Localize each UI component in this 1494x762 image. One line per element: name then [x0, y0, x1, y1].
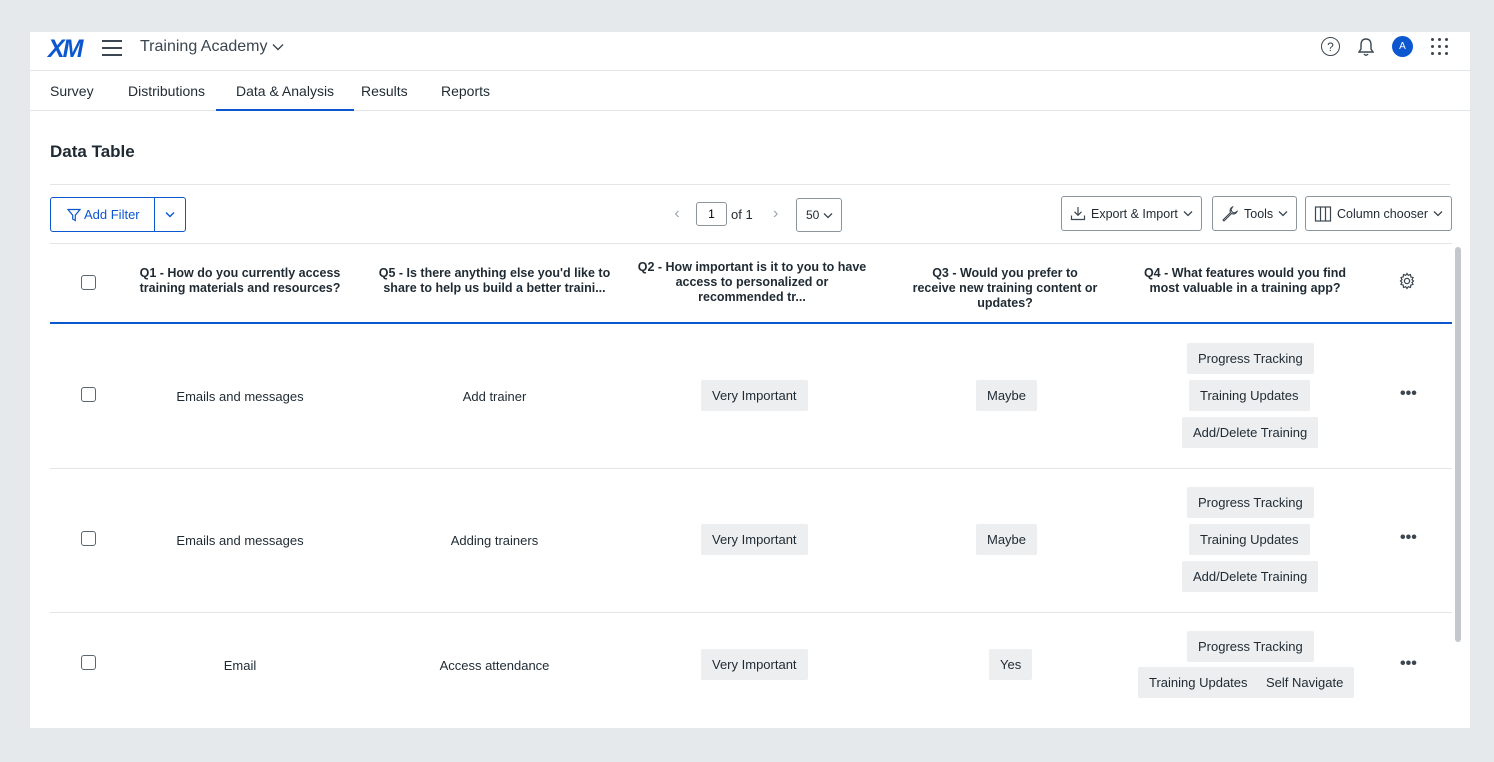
cell-q1: Emails and messages [176, 533, 304, 548]
apps-grid-icon[interactable] [1431, 38, 1448, 55]
chevron-down-icon [823, 212, 833, 218]
export-import-button[interactable]: Export & Import [1061, 196, 1202, 231]
cell-q4-tag: Add/Delete Training [1182, 417, 1319, 448]
cell-q3-tag: Maybe [976, 524, 1038, 555]
tab-data-analysis[interactable]: Data & Analysis [215, 83, 355, 111]
add-filter-button[interactable]: Add Filter [51, 198, 155, 231]
chevron-down-icon [1183, 211, 1193, 217]
project-switcher[interactable]: Training Academy [140, 38, 284, 56]
table-row: Emails and messages Adding trainers Very… [50, 469, 1452, 613]
cell-q5: Access attendance [439, 658, 550, 673]
tab-reports[interactable]: Reports [441, 83, 490, 99]
cell-q2-tag: Very Important [701, 380, 808, 411]
avatar[interactable]: A [1392, 36, 1413, 57]
download-icon [1070, 207, 1086, 221]
more-icon[interactable]: ••• [1400, 385, 1417, 403]
filter-dropdown-button[interactable] [155, 198, 185, 231]
cell-q4-tag: Add/Delete Training [1182, 561, 1319, 592]
cell-q2-tag: Very Important [701, 524, 808, 555]
tab-distributions[interactable]: Distributions [128, 83, 205, 99]
filter-group: Add Filter [50, 197, 186, 232]
column-header-q4[interactable]: Q4 - What features would you find most v… [1135, 266, 1355, 296]
tools-label: Tools [1244, 206, 1274, 221]
cell-q4-tag: Progress Tracking [1187, 343, 1314, 374]
column-chooser-button[interactable]: Column chooser [1305, 196, 1453, 231]
cell-q4-tag: Training Updates [1189, 524, 1310, 555]
pagination: ‹ of 1 › [666, 202, 787, 226]
cell-q4-tag: Self Navigate [1255, 667, 1355, 698]
column-chooser-label: Column chooser [1337, 206, 1429, 221]
column-header-q2[interactable]: Q2 - How important is it to you to have … [632, 260, 872, 305]
cell-q4-tag: Training Updates [1189, 380, 1310, 411]
cell-q3-tag: Maybe [976, 380, 1038, 411]
row-checkbox[interactable] [81, 655, 96, 670]
table-row: Email Access attendance Very Important Y… [50, 613, 1452, 728]
tab-survey[interactable]: Survey [50, 83, 94, 99]
app-window: XM Training Academy ? A Survey Distribut… [30, 32, 1470, 728]
chevron-down-icon [1433, 211, 1443, 217]
chevron-down-icon [1278, 211, 1288, 217]
columns-icon [1314, 205, 1332, 222]
cell-q4-tag: Progress Tracking [1187, 631, 1314, 662]
table-row: Emails and messages Add trainer Very Imp… [50, 325, 1452, 469]
column-header-q5[interactable]: Q5 - Is there anything else you'd like t… [372, 266, 617, 296]
tab-results[interactable]: Results [361, 83, 408, 99]
more-icon[interactable]: ••• [1400, 655, 1417, 673]
gear-icon[interactable] [1398, 272, 1416, 290]
prev-page-icon[interactable]: ‹ [666, 205, 688, 223]
table-header: Q1 - How do you currently access trainin… [50, 243, 1452, 324]
page-number-input[interactable] [696, 202, 727, 226]
per-page-select[interactable]: 50 [796, 198, 843, 232]
cell-q3-tag: Yes [989, 649, 1033, 680]
cell-q2-tag: Very Important [701, 649, 808, 680]
chevron-down-icon [165, 212, 175, 218]
next-page-icon[interactable]: › [765, 205, 787, 223]
row-checkbox[interactable] [81, 387, 96, 402]
cell-q1: Email [223, 658, 257, 673]
table-scrollbar[interactable] [1455, 247, 1461, 642]
row-checkbox[interactable] [81, 531, 96, 546]
bell-icon[interactable] [1358, 37, 1374, 57]
cell-q4-tag: Progress Tracking [1187, 487, 1314, 518]
cell-q5: Adding trainers [450, 533, 539, 548]
top-bar: XM Training Academy ? A [30, 32, 1470, 71]
hamburger-icon[interactable] [102, 40, 122, 58]
tools-button[interactable]: Tools [1212, 196, 1298, 231]
project-title: Training Academy [140, 38, 268, 55]
more-icon[interactable]: ••• [1400, 529, 1417, 547]
select-all-checkbox[interactable] [81, 275, 96, 290]
help-icon[interactable]: ? [1321, 37, 1340, 56]
column-header-q1[interactable]: Q1 - How do you currently access trainin… [135, 266, 345, 296]
nav-tabs: Survey Distributions Data & Analysis Res… [30, 71, 1470, 111]
per-page-value: 50 [806, 208, 820, 222]
page-count: of 1 [731, 206, 753, 222]
funnel-icon [67, 208, 81, 222]
chevron-down-icon [272, 44, 284, 51]
xm-logo[interactable]: XM [48, 35, 83, 64]
wrench-icon [1222, 205, 1239, 222]
column-header-q3[interactable]: Q3 - Would you prefer to receive new tra… [910, 266, 1100, 311]
divider [50, 184, 1450, 185]
cell-q4-tag: Training Updates [1138, 667, 1259, 698]
page-title: Data Table [50, 142, 135, 161]
add-filter-label: Add Filter [84, 207, 140, 222]
export-import-label: Export & Import [1091, 206, 1178, 221]
cell-q5: Add trainer [462, 389, 527, 404]
cell-q1: Emails and messages [176, 389, 304, 404]
